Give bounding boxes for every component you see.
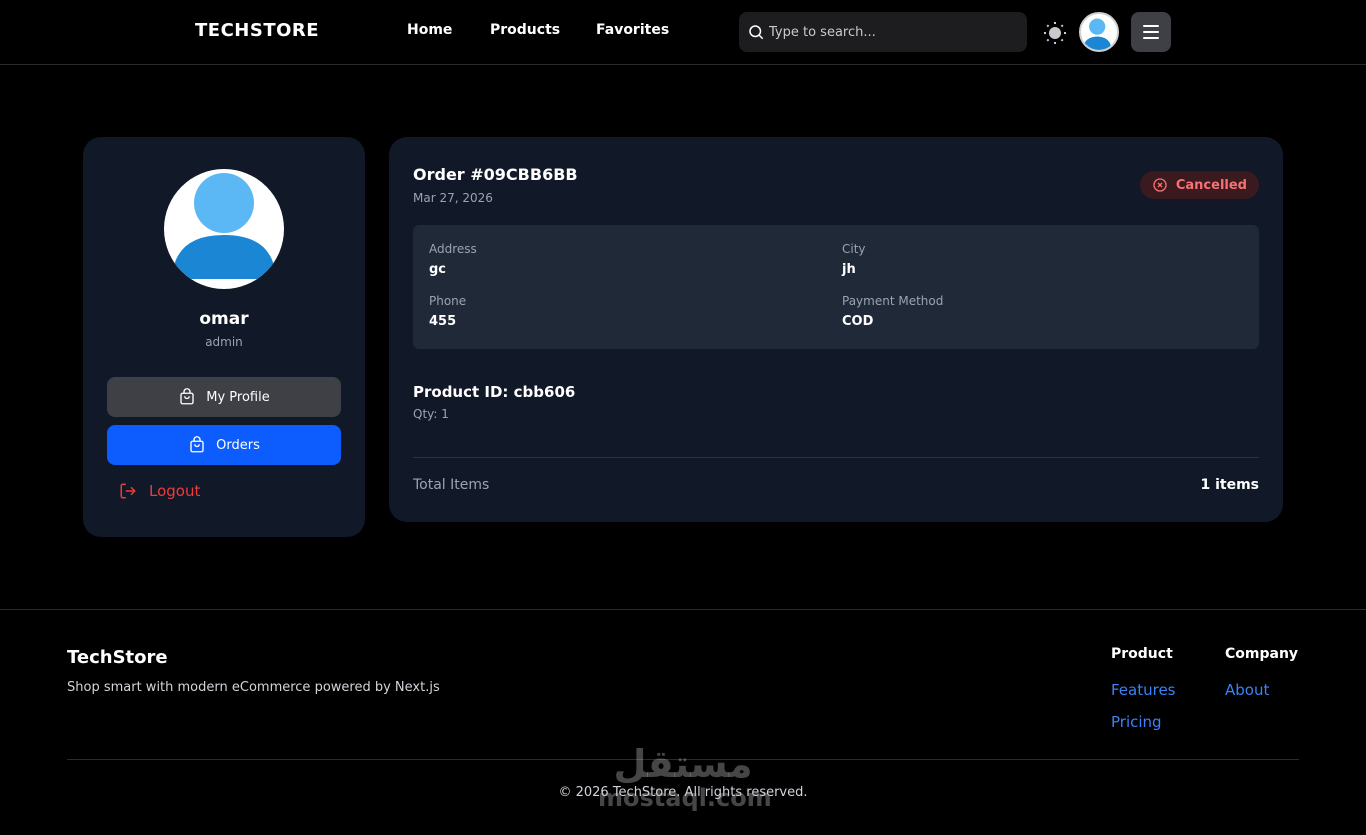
profile-avatar <box>164 169 284 289</box>
footer-link-about[interactable]: About <box>1225 681 1269 699</box>
status-label: Cancelled <box>1175 177 1247 193</box>
footer-link-features[interactable]: Features <box>1111 681 1176 699</box>
theme-toggle-sun-icon[interactable] <box>1043 21 1067 45</box>
nav-link-products[interactable]: Products <box>490 22 560 38</box>
search-icon <box>749 25 764 40</box>
logout-icon <box>120 483 136 499</box>
divider <box>413 457 1259 458</box>
order-item-product-id: Product ID: cbb606 <box>413 383 576 401</box>
avatar-icon <box>1083 18 1111 50</box>
watermark-arabic: مستقل <box>613 742 753 786</box>
user-avatar-button[interactable] <box>1079 12 1119 52</box>
order-date: Mar 27, 2026 <box>413 191 493 205</box>
shopping-bag-icon <box>190 436 204 453</box>
footer-brand: TechStore <box>67 647 168 668</box>
orders-label: Orders <box>216 437 260 453</box>
top-navbar: TECHSTORE Home Products Favorites <box>0 0 1366 65</box>
nav-link-favorites[interactable]: Favorites <box>596 22 669 38</box>
address-label: Address <box>429 242 477 256</box>
profile-role: admin <box>205 335 243 349</box>
shopping-bag-icon <box>180 388 194 405</box>
orders-button[interactable]: Orders <box>107 425 341 465</box>
total-items-label: Total Items <box>413 477 490 493</box>
payment-method-label: Payment Method <box>842 294 944 308</box>
total-items-value: 1 items <box>1200 477 1259 493</box>
my-profile-button[interactable]: My Profile <box>107 377 341 417</box>
status-badge: Cancelled <box>1139 171 1259 199</box>
footer-company-title: Company <box>1225 646 1299 662</box>
footer-tagline: Shop smart with modern eCommerce powered… <box>67 680 440 695</box>
watermark-url: mostaql.com <box>598 784 772 812</box>
menu-button[interactable] <box>1131 12 1171 52</box>
order-item-qty: Qty: 1 <box>413 407 449 421</box>
order-title: Order #09CBB6BB <box>413 165 578 184</box>
hamburger-icon-bar <box>1143 37 1159 39</box>
address-value: gc <box>429 262 447 277</box>
city-value: jh <box>842 262 856 277</box>
payment-method-value: COD <box>842 314 874 329</box>
footer-link-pricing[interactable]: Pricing <box>1111 713 1162 731</box>
phone-label: Phone <box>429 294 467 308</box>
profile-username: omar <box>199 309 249 329</box>
nav-link-home[interactable]: Home <box>407 22 452 38</box>
order-details-panel: Address gc City jh Phone 455 Payment Met… <box>413 225 1259 349</box>
phone-value: 455 <box>429 314 457 329</box>
logout-label: Logout <box>149 482 201 500</box>
order-card: Order #09CBB6BB Mar 27, 2026 Cancelled A… <box>389 137 1283 522</box>
hamburger-icon-bar <box>1143 25 1159 27</box>
x-circle-icon <box>1153 178 1167 192</box>
site-logo[interactable]: TECHSTORE <box>195 20 319 41</box>
footer-product-title: Product <box>1111 646 1173 662</box>
city-label: City <box>842 242 866 256</box>
account-sidebar: omar admin My Profile Orders Logout <box>83 137 365 537</box>
user-avatar-icon <box>172 173 276 279</box>
logout-button[interactable]: Logout <box>119 482 200 500</box>
my-profile-label: My Profile <box>206 389 270 405</box>
search-bar[interactable] <box>739 12 1027 52</box>
search-input[interactable] <box>769 12 1019 52</box>
hamburger-icon-bar <box>1143 31 1159 33</box>
site-footer: TechStore Shop smart with modern eCommer… <box>0 609 1366 835</box>
watermark: مستقل mostaql.com <box>598 742 772 812</box>
